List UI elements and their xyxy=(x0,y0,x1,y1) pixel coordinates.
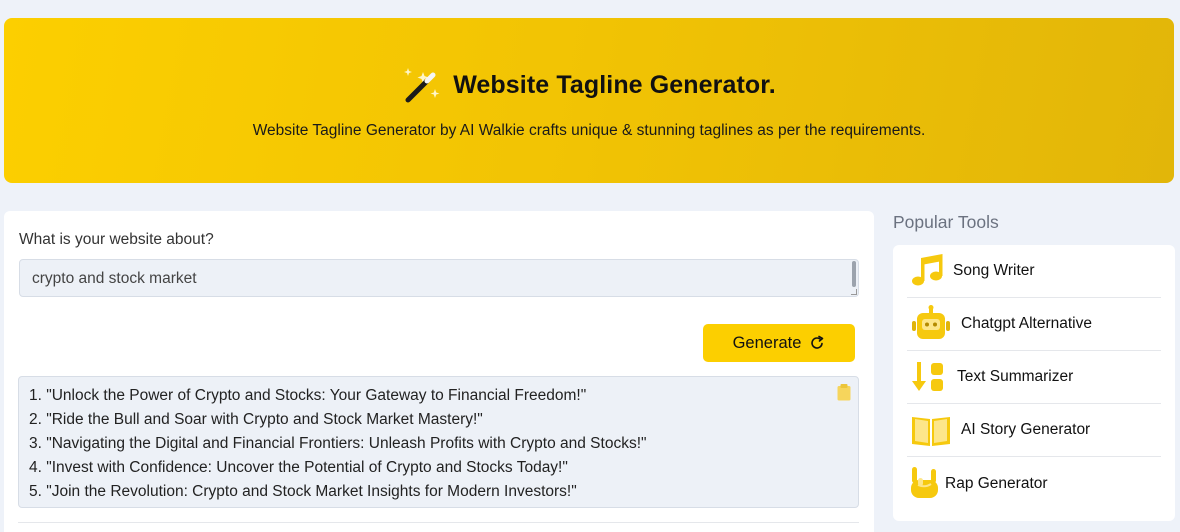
tool-text-summarizer[interactable]: Text Summarizer xyxy=(907,351,1161,404)
tool-song-writer[interactable]: Song Writer xyxy=(907,245,1161,298)
tool-chatgpt-alternative[interactable]: Chatgpt Alternative xyxy=(907,298,1161,351)
generator-card: What is your website about? crypto and s… xyxy=(4,211,874,532)
tool-label: Chatgpt Alternative xyxy=(961,315,1092,332)
website-about-input-value: crypto and stock market xyxy=(32,270,197,287)
robot-icon xyxy=(907,304,955,344)
resize-handle[interactable] xyxy=(851,289,857,295)
tool-rap-generator[interactable]: Rap Generator xyxy=(907,457,1161,510)
hero-banner: Website Tagline Generator. Website Tagli… xyxy=(4,18,1174,183)
generate-button-label: Generate xyxy=(732,333,802,352)
tool-ai-story-generator[interactable]: AI Story Generator xyxy=(907,404,1161,457)
results-box[interactable]: 1. "Unlock the Power of Crypto and Stock… xyxy=(18,376,859,508)
page-subtitle: Website Tagline Generator by AI Walkie c… xyxy=(252,122,926,139)
tool-label: AI Story Generator xyxy=(961,421,1091,438)
refresh-icon xyxy=(811,335,824,349)
magic-wand-icon xyxy=(404,68,440,103)
website-about-input[interactable]: crypto and stock market xyxy=(19,259,859,297)
input-scrollbar[interactable] xyxy=(852,261,856,287)
tagline-result: 1. "Unlock the Power of Crypto and Stock… xyxy=(29,387,587,404)
website-about-label: What is your website about? xyxy=(19,231,214,248)
divider xyxy=(18,522,859,523)
tool-label: Text Summarizer xyxy=(957,368,1074,385)
page-title: Website Tagline Generator. xyxy=(453,70,776,99)
tool-label: Rap Generator xyxy=(945,474,1048,492)
tagline-result: 2. "Ride the Bull and Soar with Crypto a… xyxy=(29,411,483,428)
rock-hand-icon xyxy=(907,464,943,504)
generate-button[interactable]: Generate xyxy=(703,324,855,362)
tagline-result: 3. "Navigating the Digital and Financial… xyxy=(29,435,647,452)
clipboard-icon[interactable] xyxy=(837,383,851,401)
tool-label: Song Writer xyxy=(953,262,1035,279)
summarize-icon xyxy=(907,357,951,397)
popular-tools-title: Popular Tools xyxy=(893,212,999,232)
tagline-result: 5. "Join the Revolution: Crypto and Stoc… xyxy=(29,483,577,500)
hero-title-row: Website Tagline Generator. xyxy=(402,65,776,105)
book-icon xyxy=(907,410,955,450)
music-note-icon xyxy=(907,251,947,291)
tagline-result: 4. "Invest with Confidence: Uncover the … xyxy=(29,459,568,476)
popular-tools-panel: Song Writer Chatgpt Alternative Text Sum… xyxy=(893,245,1175,521)
